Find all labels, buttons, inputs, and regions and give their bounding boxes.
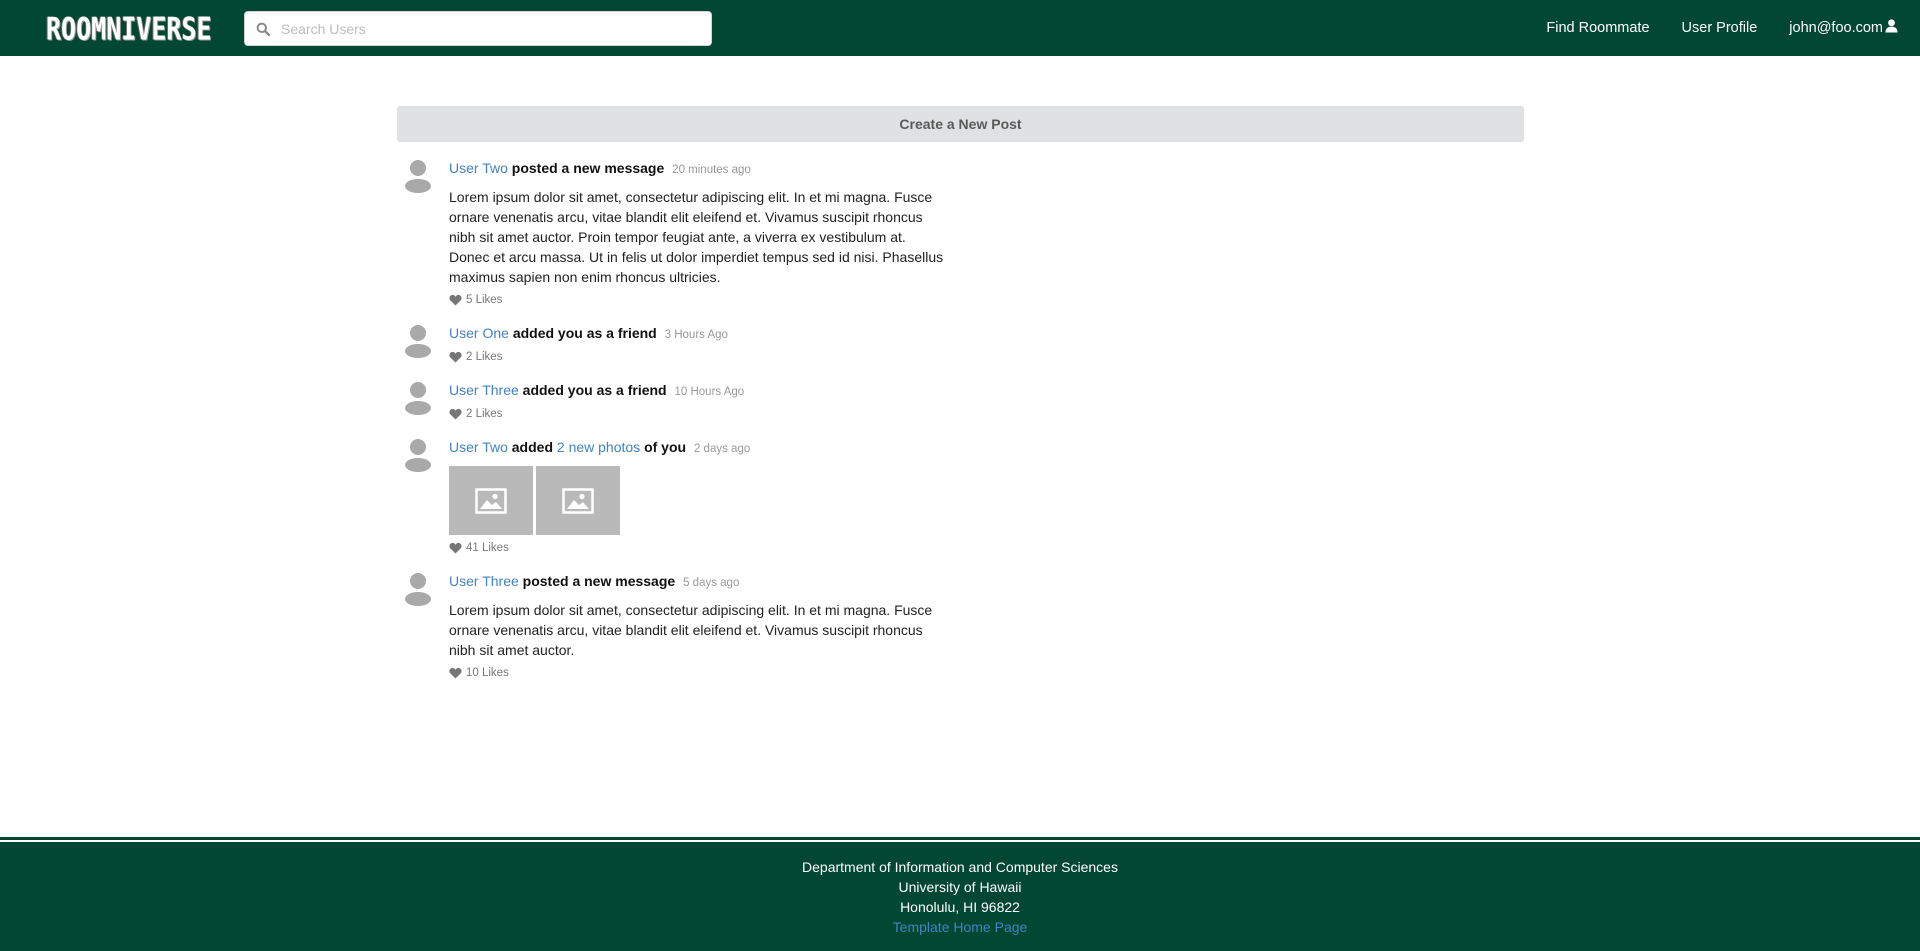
like-button[interactable]: 41 Likes xyxy=(449,542,949,554)
event-text: Lorem ipsum dolor sit amet, consectetur … xyxy=(449,189,944,285)
event-action: posted a new message xyxy=(511,160,665,176)
event-user-link[interactable]: User One xyxy=(449,325,509,341)
heart-icon xyxy=(449,542,462,554)
event-content: User Two posted a new message 20 minutes… xyxy=(449,159,949,306)
event-action: added xyxy=(511,439,553,455)
event-summary: User One added you as a friend 3 Hours A… xyxy=(449,324,949,344)
event-content: User Three posted a new message 5 days a… xyxy=(449,572,949,679)
event-user-link[interactable]: User Two xyxy=(449,439,508,455)
event-user-link[interactable]: User Three xyxy=(449,382,519,398)
event-summary: User Two added 2 new photos of you 2 day… xyxy=(449,438,949,458)
footer-department: Department of Information and Computer S… xyxy=(802,859,1118,875)
like-button[interactable]: 5 Likes xyxy=(449,294,949,306)
like-button[interactable]: 10 Likes xyxy=(449,667,949,679)
search-box xyxy=(244,11,712,46)
avatar-icon xyxy=(401,381,435,415)
event-date: 2 days ago xyxy=(693,443,751,455)
create-post-button[interactable]: Create a New Post xyxy=(397,106,1524,142)
event-action: added you as a friend xyxy=(522,382,667,398)
footer-template-link[interactable]: Template Home Page xyxy=(893,919,1028,935)
event-text: Lorem ipsum dolor sit amet, consectetur … xyxy=(449,602,933,658)
feed-event: User One added you as a friend 3 Hours A… xyxy=(397,324,1524,363)
event-content: User Three added you as a friend 10 Hour… xyxy=(449,381,949,420)
photo-thumbnail[interactable] xyxy=(536,466,620,535)
search-icon xyxy=(245,12,281,45)
heart-icon xyxy=(449,351,462,363)
like-button[interactable]: 2 Likes xyxy=(449,351,949,363)
logo[interactable]: ROOMNIVERSE xyxy=(46,7,212,50)
like-button[interactable]: 2 Likes xyxy=(449,408,949,420)
footer-address: Honolulu, HI 96822 xyxy=(900,899,1020,915)
nav-user-profile-label: User Profile xyxy=(1681,20,1758,36)
heart-icon xyxy=(449,667,462,679)
nav-user-email: john@foo.com xyxy=(1789,20,1883,36)
event-user-link[interactable]: User Two xyxy=(449,160,508,176)
event-content: User Two added 2 new photos of you 2 day… xyxy=(449,438,949,554)
like-count: 2 Likes xyxy=(466,351,503,363)
feed-event: User Three posted a new message 5 days a… xyxy=(397,572,1524,679)
avatar-icon xyxy=(401,159,435,193)
avatar-icon xyxy=(401,438,435,472)
nav-user-account[interactable]: john@foo.com xyxy=(1789,19,1898,37)
event-summary: User Two posted a new message 20 minutes… xyxy=(449,159,949,179)
nav-find-roommate[interactable]: Find Roommate xyxy=(1546,20,1649,36)
event-images xyxy=(449,466,949,535)
footer: Department of Information and Computer S… xyxy=(0,840,1920,951)
search-input[interactable] xyxy=(281,13,711,44)
event-action-suffix: of you xyxy=(644,439,687,455)
photo-thumbnail[interactable] xyxy=(449,466,533,535)
event-content: User One added you as a friend 3 Hours A… xyxy=(449,324,949,363)
feed-event: User Two posted a new message 20 minutes… xyxy=(397,159,1524,306)
heart-icon xyxy=(449,408,462,420)
feed-event: User Three added you as a friend 10 Hour… xyxy=(397,381,1524,420)
image-icon xyxy=(475,487,507,514)
event-date: 10 Hours Ago xyxy=(674,386,745,398)
user-icon xyxy=(1885,19,1898,37)
feed-event: User Two added 2 new photos of you 2 day… xyxy=(397,438,1524,554)
avatar-icon xyxy=(401,572,435,606)
like-count: 41 Likes xyxy=(466,542,509,554)
event-summary: User Three added you as a friend 10 Hour… xyxy=(449,381,949,401)
event-photos-link[interactable]: 2 new photos xyxy=(557,439,640,455)
top-navbar: ROOMNIVERSE Find Roommate User Profile j… xyxy=(0,0,1920,56)
nav-user-profile[interactable]: User Profile xyxy=(1682,20,1758,36)
image-icon xyxy=(562,487,594,514)
footer-university: University of Hawaii xyxy=(898,879,1022,895)
like-count: 5 Likes xyxy=(466,294,503,306)
event-summary: User Three posted a new message 5 days a… xyxy=(449,572,949,592)
main-content: Create a New Post User Two posted a new … xyxy=(397,106,1524,697)
event-date: 5 days ago xyxy=(683,577,740,589)
like-count: 2 Likes xyxy=(466,408,503,420)
event-action: posted a new message xyxy=(522,573,676,589)
activity-feed: User Two posted a new message 20 minutes… xyxy=(397,159,1524,679)
event-date: 20 minutes ago xyxy=(672,164,751,176)
avatar-icon xyxy=(401,324,435,358)
nav-find-roommate-label: Find Roommate xyxy=(1546,20,1650,36)
event-action: added you as a friend xyxy=(512,325,657,341)
heart-icon xyxy=(449,294,462,306)
nav-menu: Find Roommate User Profile john@foo.com xyxy=(1514,0,1898,56)
event-date: 3 Hours Ago xyxy=(664,329,728,341)
like-count: 10 Likes xyxy=(466,667,509,679)
event-user-link[interactable]: User Three xyxy=(449,573,519,589)
